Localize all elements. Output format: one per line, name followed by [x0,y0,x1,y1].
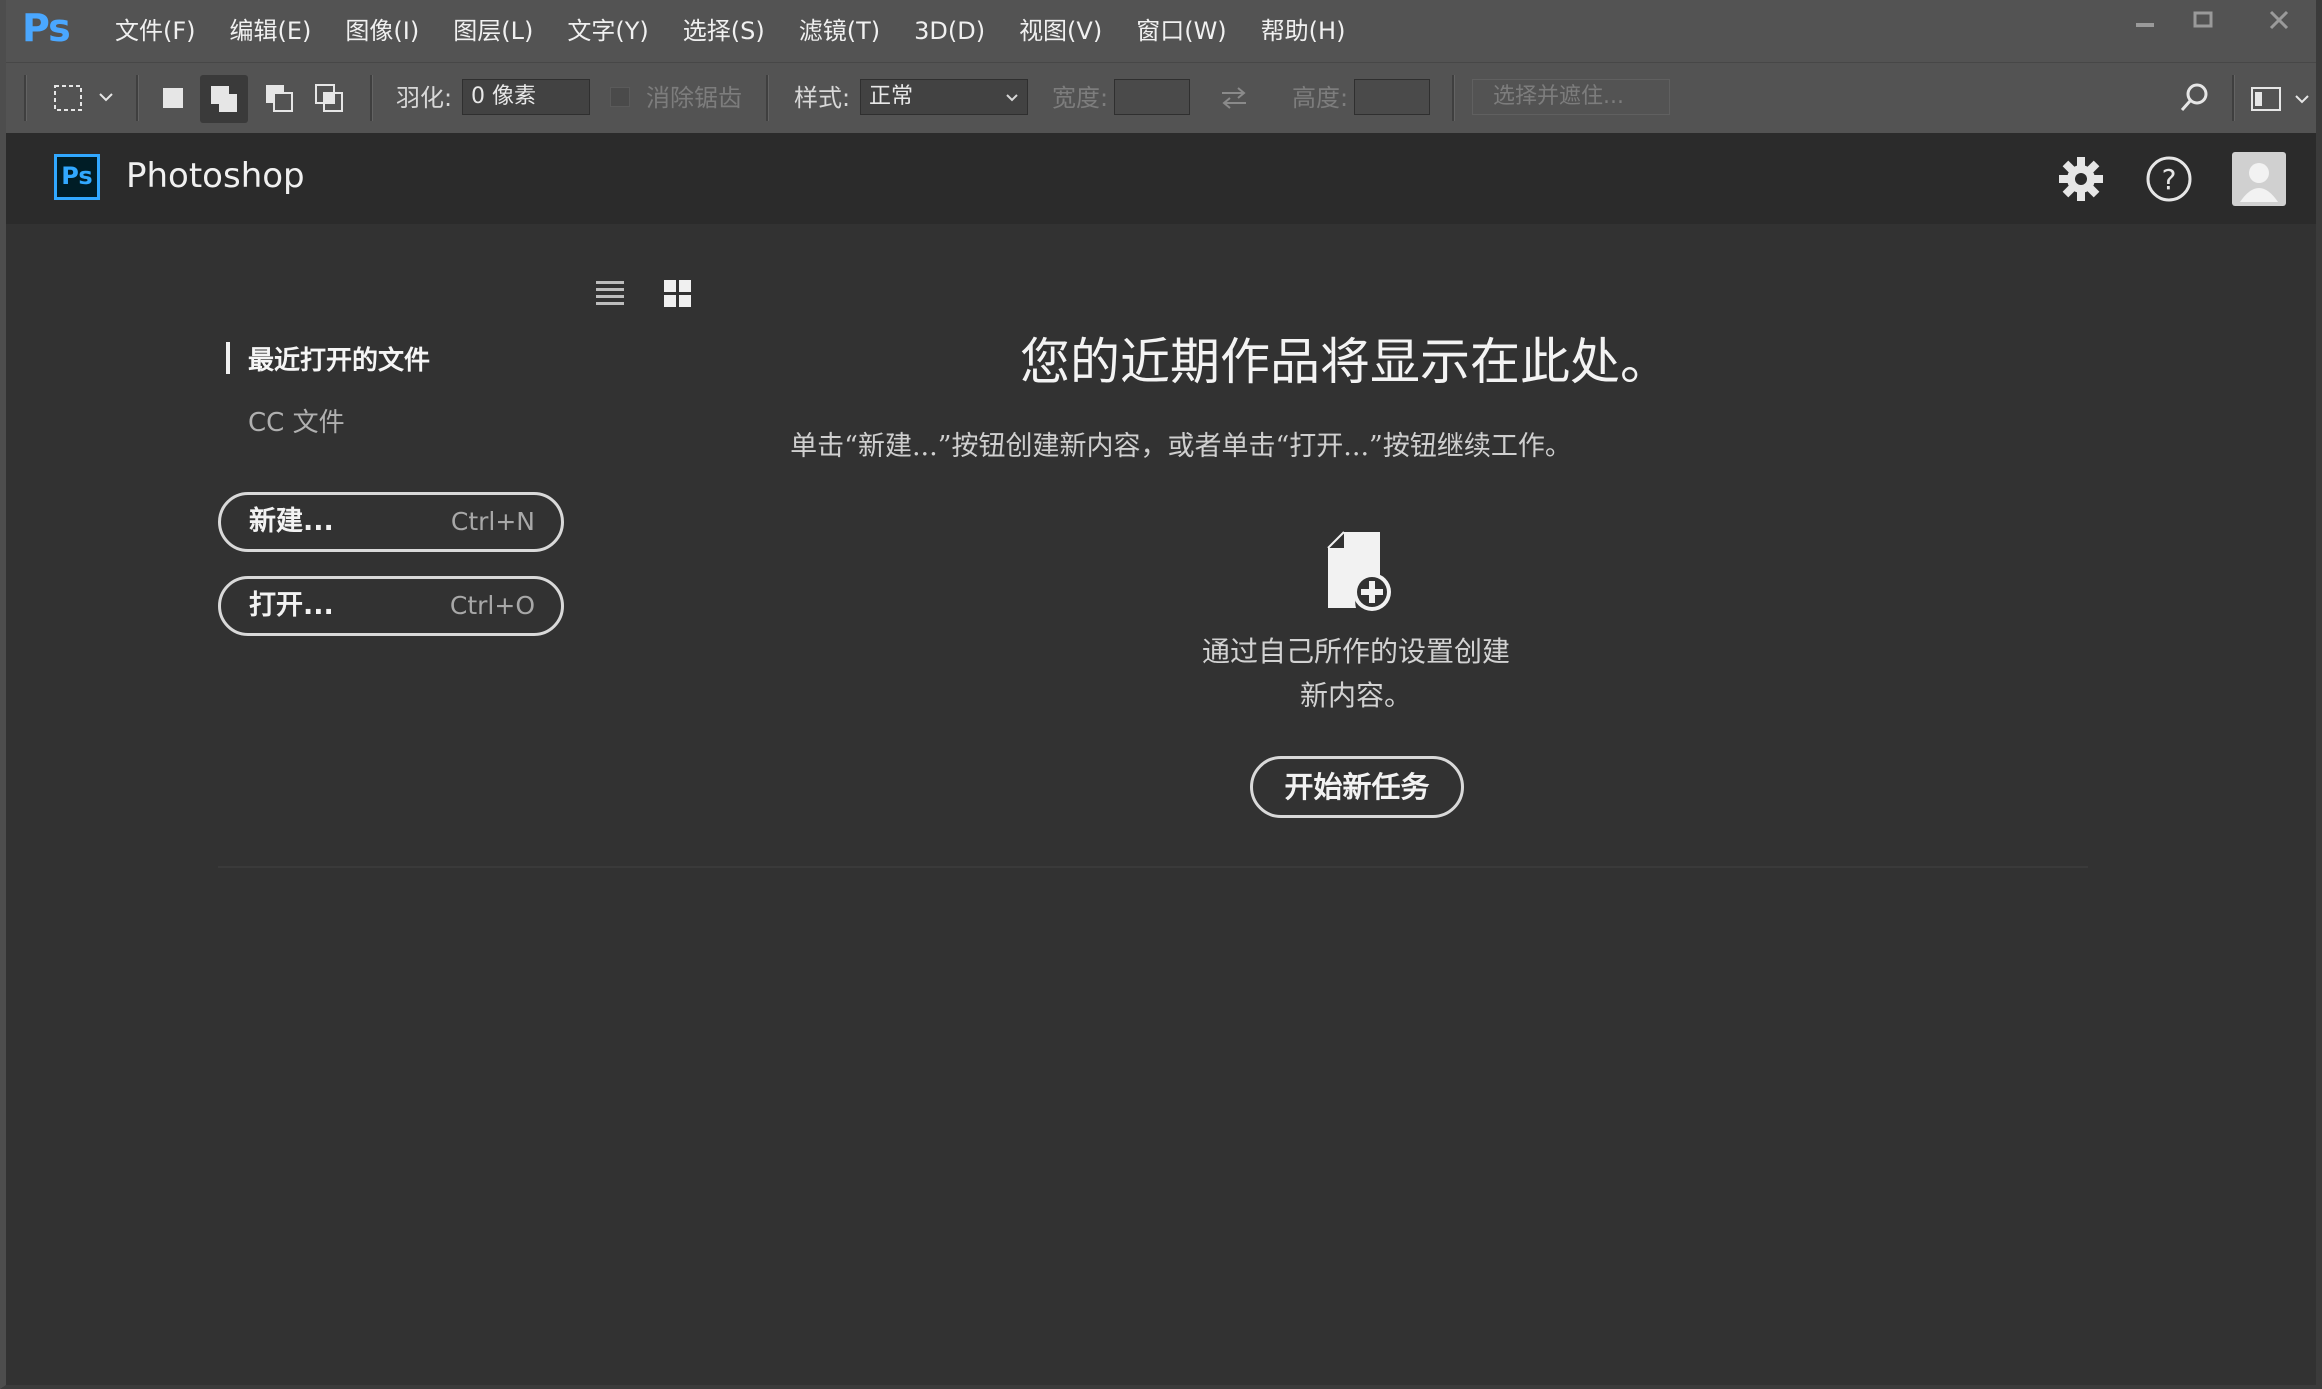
style-label: 样式: [794,84,851,112]
menu-edit[interactable]: 编辑(E) [213,0,329,62]
menu-3d[interactable]: 3D(D) [897,0,1002,62]
divider [24,75,27,121]
open-button-label: 打开... [249,590,334,621]
empty-state-headline: 您的近期作品将显示在此处。 [1020,333,1670,391]
menu-filter[interactable]: 滤镜(T) [782,0,897,62]
ps-logo: Ps [22,6,71,50]
style-value: 正常 [869,84,914,109]
divider [370,75,373,121]
height-label: 高度: [1292,84,1349,112]
add-selection-icon [211,86,237,112]
menu-layer[interactable]: 图层(L) [436,0,550,62]
width-label: 宽度: [1052,84,1109,112]
ps-badge: Ps [54,154,100,200]
list-view-icon[interactable] [596,278,626,308]
style-select[interactable]: 正常 [860,79,1028,115]
width-input[interactable] [1114,79,1190,115]
new-button-label: 新建... [249,506,334,537]
chevron-down-icon[interactable] [2294,93,2310,105]
height-input[interactable] [1354,79,1430,115]
create-description-line1: 通过自己所作的设置创建 [1201,635,1510,668]
minimize-icon [2136,23,2154,27]
content-divider [218,866,2088,868]
minimize-button[interactable] [2114,0,2178,40]
select-and-mask-button[interactable]: 选择并遮住... [1472,79,1670,115]
add-selection-button[interactable] [200,75,248,123]
options-bar: 羽化: 0 像素 消除锯齿 样式: 正常 宽度: 高度: 选择并遮住... [6,62,2316,135]
menu-help[interactable]: 帮助(H) [1244,0,1363,62]
maximize-icon [2193,11,2213,28]
new-button[interactable]: 新建... Ctrl+N [218,492,564,552]
divider [1452,75,1455,121]
app-title: Photoshop [126,156,305,196]
antialias-checkbox[interactable] [610,87,630,107]
maximize-button[interactable] [2172,0,2236,40]
open-button[interactable]: 打开... Ctrl+O [218,576,564,636]
close-button[interactable] [2248,0,2312,40]
menu-view[interactable]: 视图(V) [1002,0,1119,62]
workspace-icon[interactable] [2250,85,2284,113]
menu-type[interactable]: 文字(Y) [550,0,665,62]
menu-image[interactable]: 图像(I) [328,0,436,62]
svg-text:?: ? [2162,163,2177,196]
start-new-task-button[interactable]: 开始新任务 [1250,756,1464,818]
new-document-icon [1327,531,1391,611]
menu-select[interactable]: 选择(S) [666,0,782,62]
home-header: Ps Photoshop ? [6,134,2316,224]
menu-bar: Ps 文件(F) 编辑(E) 图像(I) 图层(L) 文字(Y) 选择(S) 滤… [6,0,2316,62]
grid-view-icon[interactable] [664,280,694,310]
chevron-down-icon [1006,94,1018,102]
marquee-tool-icon[interactable] [52,83,86,113]
create-description-line2: 新内容。 [1299,679,1412,712]
antialias-label: 消除锯齿 [646,84,742,112]
new-selection-icon[interactable] [160,85,186,111]
divider [2232,75,2235,121]
help-icon[interactable]: ? [2144,154,2194,204]
menu-file[interactable]: 文件(F) [98,0,213,62]
feather-label: 羽化: [396,84,453,112]
chevron-down-icon[interactable] [98,91,114,105]
feather-input[interactable]: 0 像素 [462,79,590,115]
open-button-shortcut: Ctrl+O [449,591,535,620]
gear-icon[interactable] [2058,156,2104,202]
search-icon[interactable] [2178,81,2212,115]
empty-state-subline: 单击“新建...”按钮创建新内容，或者单击“打开...”按钮继续工作。 [790,431,1572,462]
intersect-selection-icon[interactable] [314,83,344,113]
menu-window[interactable]: 窗口(W) [1119,0,1243,62]
swap-icon[interactable] [1218,85,1250,111]
subtract-selection-icon[interactable] [264,83,294,113]
avatar[interactable] [2232,152,2286,206]
create-description: 通过自己所作的设置创建 新内容。 [1156,630,1556,718]
menu: 文件(F) 编辑(E) 图像(I) 图层(L) 文字(Y) 选择(S) 滤镜(T… [98,0,1362,62]
divider [766,75,769,121]
new-button-shortcut: Ctrl+N [450,507,535,536]
close-icon [2269,10,2289,30]
divider [136,75,139,121]
